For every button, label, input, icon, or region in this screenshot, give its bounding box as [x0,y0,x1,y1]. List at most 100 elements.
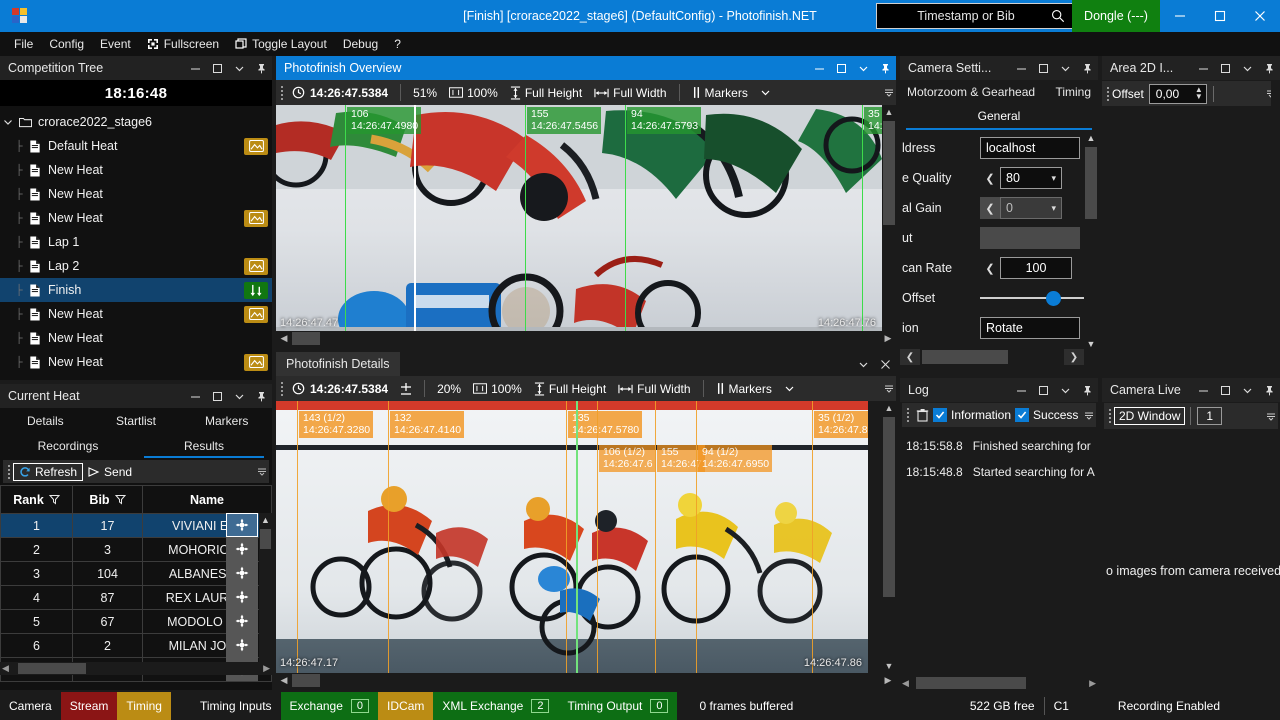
status-exchange[interactable]: Exchange 0 [281,692,379,720]
scroll-thumb[interactable] [260,529,271,549]
scroll-left-icon[interactable]: ◀ [276,675,292,686]
locate-icon[interactable] [226,609,258,633]
toolbar-overflow-icon[interactable] [884,383,894,393]
overview-markers-button[interactable]: Markers [686,86,754,100]
details-marker-label[interactable]: 106 (1/2)14:26:47.6 [599,445,656,472]
menu-help[interactable]: ? [386,32,409,56]
heat-image-badge-icon[interactable] [244,210,268,227]
tree-item-new-heat[interactable]: ├New Heat [0,350,272,374]
chevron-down-icon[interactable] [1236,379,1258,401]
locate-icon[interactable] [226,585,258,609]
details-marker-line[interactable] [655,401,656,673]
menu-file[interactable]: File [6,32,41,56]
panel-maximize-icon[interactable] [1214,379,1236,401]
overview-full-height-button[interactable]: Full Height [504,86,588,100]
search-box[interactable] [876,3,1074,29]
chevron-down-icon[interactable] [228,57,250,79]
tab-general[interactable]: General [900,104,1098,128]
tree-item-lap-2[interactable]: ├Lap 2 [0,254,272,278]
panel-maximize-icon[interactable] [206,385,228,407]
tree-item-new-heat[interactable]: ├New Heat [0,302,272,326]
plusminus-button[interactable] [394,382,418,396]
col-bib[interactable]: Bib [73,486,143,514]
heat-image-badge-icon[interactable] [244,354,268,371]
results-vertical-scrollbar[interactable]: ▲ ▼ [259,513,272,675]
pin-icon[interactable] [250,57,272,79]
toolbar-grip[interactable] [278,85,286,101]
chevron-down-icon[interactable] [1054,57,1076,79]
overview-zoom-percent[interactable]: 51% [407,86,443,100]
panel-minimize-icon[interactable] [1010,57,1032,79]
locate-icon[interactable] [226,513,258,537]
tab-timing[interactable]: Timing [1052,80,1094,104]
panel-maximize-icon[interactable] [1032,57,1054,79]
details-marker-line[interactable] [297,401,298,673]
scroll-thumb[interactable] [292,674,320,687]
scroll-up-icon[interactable]: ▲ [261,513,270,527]
rotation-combo[interactable]: Rotate [980,317,1080,339]
gain-decrement-icon[interactable]: ❮ [980,197,1000,219]
scroll-right-icon[interactable]: ▶ [263,663,270,674]
scroll-up-icon[interactable]: ▲ [1084,133,1098,147]
menu-fullscreen[interactable]: Fullscreen [139,32,227,56]
details-marker-label[interactable]: 143 (1/2)14:26:47.3280 [299,411,373,438]
filter-information-checkbox[interactable] [933,408,947,422]
details-horizontal-scrollbar[interactable]: ◀ ▶ [276,673,896,688]
status-timing-output[interactable]: Timing Output 0 [558,692,677,720]
heat-image-badge-icon[interactable] [244,138,268,155]
scroll-left-icon[interactable]: ❮ [900,349,920,365]
scroll-left-icon[interactable]: ◀ [276,333,292,344]
locate-icon[interactable] [226,633,258,657]
scroll-thumb[interactable] [883,121,895,225]
overview-scale-100[interactable]: 100% [443,86,504,100]
tab-startlist[interactable]: Startlist [91,408,182,433]
refresh-button[interactable]: Refresh [13,463,83,481]
status-idcam[interactable]: IDCam [378,692,433,720]
2d-window-button[interactable]: 2D Window [1114,407,1185,425]
panel-maximize-icon[interactable] [206,57,228,79]
toolbar-grip[interactable] [1106,408,1114,424]
tree-item-default-heat[interactable]: ├Default Heat [0,134,272,158]
offset-slider[interactable] [980,287,1092,309]
clear-log-icon[interactable] [916,408,929,422]
overview-marker-line[interactable] [525,105,526,331]
panel-minimize-icon[interactable] [808,57,830,79]
panel-minimize-icon[interactable] [1010,379,1032,401]
status-xml-exchange[interactable]: XML Exchange 2 [433,692,558,720]
toolbar-grip[interactable] [278,381,286,397]
panel-minimize-icon[interactable] [184,385,206,407]
heat-image-badge-icon[interactable] [244,306,268,323]
overview-marker-label[interactable]: 10614:26:47.4980 [347,107,421,134]
panel-minimize-icon[interactable] [1192,379,1214,401]
offset-input[interactable]: 0,00 ▲▼ [1149,84,1207,104]
overview-marker-label[interactable]: 9414:26:47.5793 [627,107,701,134]
window-number-input[interactable]: 1 [1197,407,1222,425]
filter-success-label[interactable]: Success [1033,408,1078,422]
details-markers-button[interactable]: Markers [710,382,778,396]
scroll-thumb[interactable] [916,677,1026,689]
details-full-height-button[interactable]: Full Height [528,382,612,396]
tree-item-lap-1[interactable]: ├Lap 1 [0,230,272,254]
log-horizontal-scrollbar[interactable]: ◀ ▶ [900,676,1098,690]
col-rank[interactable]: Rank [1,486,73,514]
chevron-down-icon[interactable]: ▾ [1051,203,1056,214]
address-input[interactable]: localhost [980,137,1080,159]
log-entry[interactable]: 18:15:58.8 Finished searching for [906,433,1096,459]
locate-icon[interactable] [226,561,258,585]
scroll-left-icon[interactable]: ◀ [902,678,909,689]
details-vertical-scrollbar[interactable]: ▲ ▼ [882,401,896,673]
panel-maximize-icon[interactable] [830,57,852,79]
scroll-thumb[interactable] [18,663,86,674]
scroll-right-icon[interactable]: ❯ [1064,349,1084,365]
chevron-down-icon[interactable] [1054,379,1076,401]
spinner-arrows-icon[interactable]: ▲▼ [1195,86,1203,100]
toolbar-overflow-icon[interactable] [1266,411,1276,421]
toolbar-overflow-icon[interactable] [257,466,267,476]
menu-debug[interactable]: Debug [335,32,386,56]
details-scale-100[interactable]: 100% [467,382,528,396]
close-button[interactable] [1240,0,1280,32]
overview-marker-line[interactable] [345,105,346,331]
toolbar-overflow-icon[interactable] [884,87,894,97]
menu-toggle-layout[interactable]: Toggle Layout [227,32,335,56]
search-input[interactable] [885,9,1047,23]
